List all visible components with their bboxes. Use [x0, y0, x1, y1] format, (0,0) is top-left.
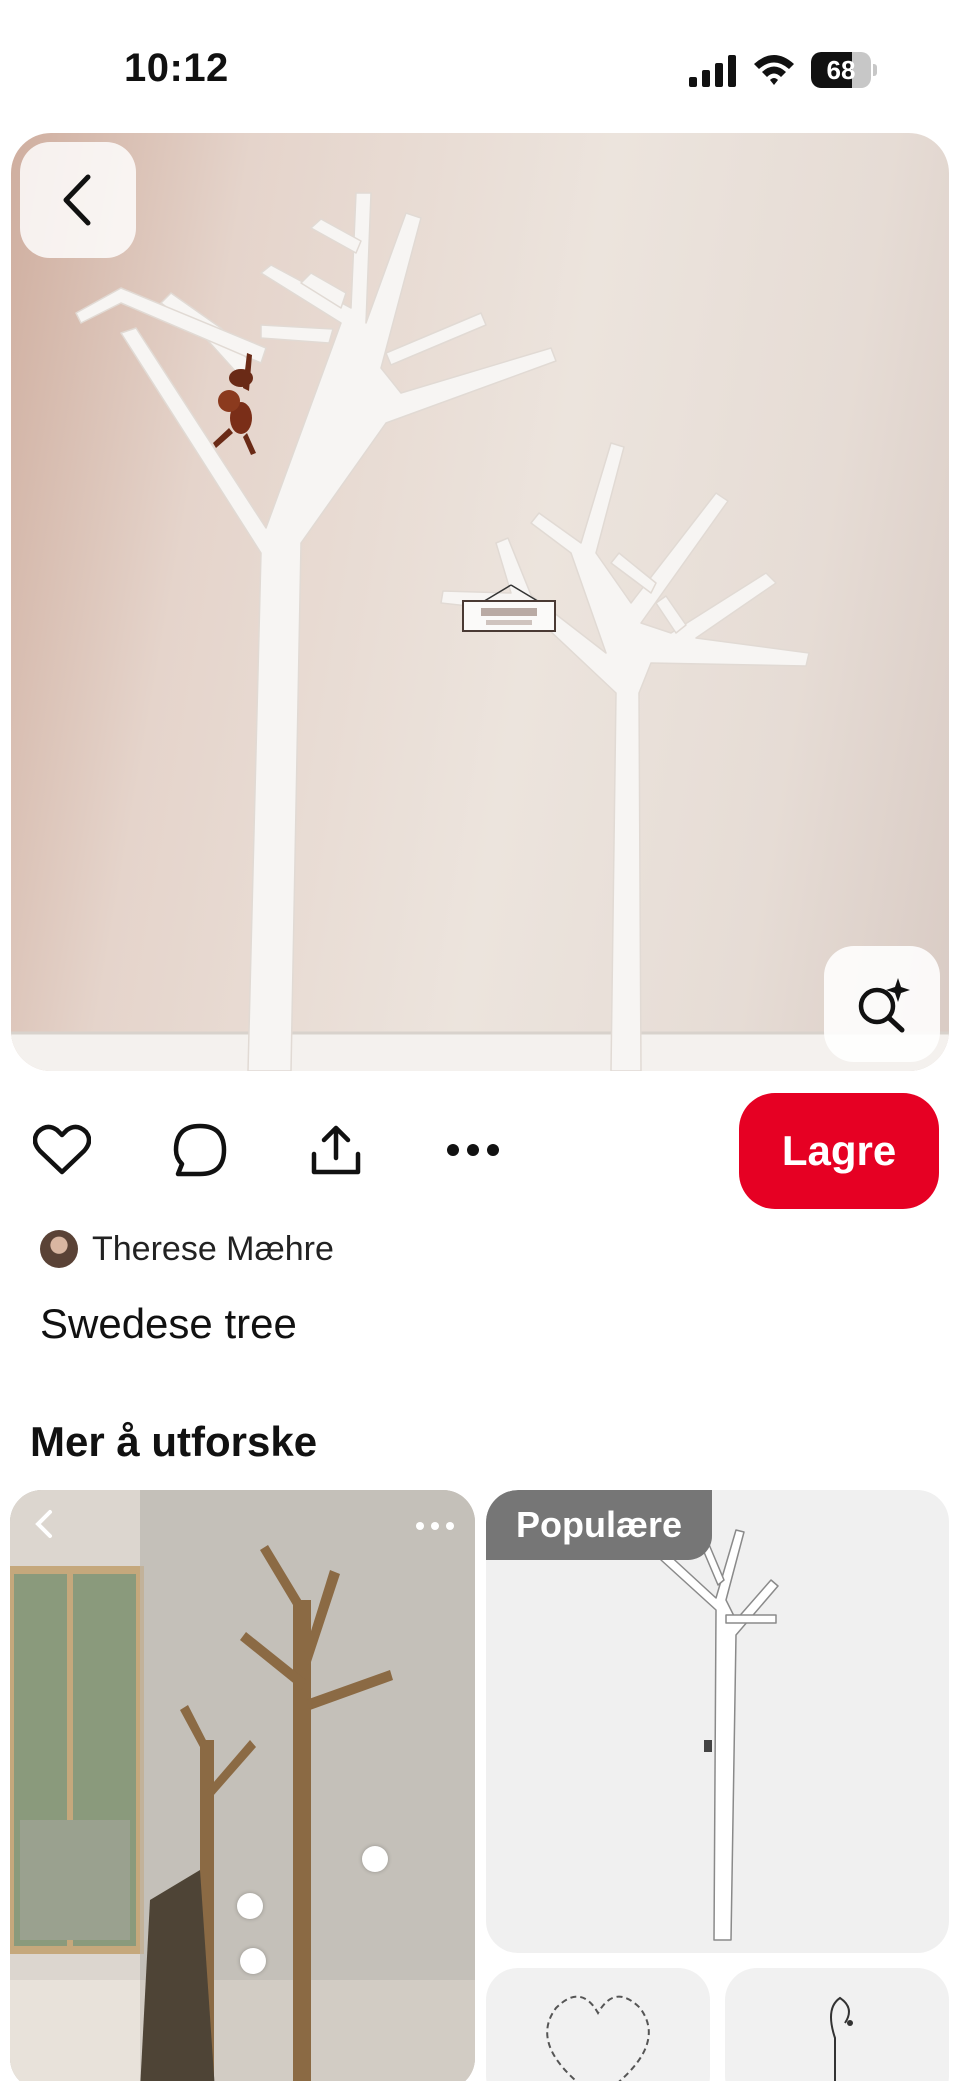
cellular-signal-icon — [689, 55, 736, 87]
product-tag-dot[interactable] — [240, 1948, 266, 1974]
status-time: 10:12 — [124, 46, 229, 90]
visual-search-sparkle-icon — [858, 978, 910, 1033]
product-tag-dot[interactable] — [362, 1846, 388, 1872]
tree-coat-rack-illustration — [11, 192, 949, 1071]
comment-button[interactable] — [168, 1118, 232, 1182]
back-button[interactable] — [20, 142, 136, 258]
tree-coat-rack-hallway-image — [10, 1490, 475, 2081]
battery-percentage: 68 — [826, 55, 856, 85]
explore-section-title: Mer å utforske — [30, 1418, 318, 1465]
heart-icon — [33, 1124, 91, 1175]
explore-pin-card[interactable] — [10, 1490, 475, 2081]
wifi-icon — [754, 55, 794, 85]
status-bar: 10:12 68 — [0, 0, 960, 130]
visual-search-button[interactable] — [824, 946, 940, 1062]
share-icon — [311, 1125, 361, 1175]
popular-badge: Populære — [486, 1490, 713, 1560]
pin-author[interactable]: Therese Mæhre — [40, 1227, 334, 1271]
like-button[interactable] — [30, 1118, 94, 1182]
pin-title: Swedese tree — [40, 1300, 297, 1347]
pin-image[interactable] — [11, 133, 949, 1071]
chevron-left-icon — [63, 174, 91, 226]
more-icon — [447, 1144, 499, 1156]
explore-pin-card[interactable]: Populære — [486, 1490, 949, 1953]
save-button[interactable]: Lagre — [739, 1093, 939, 1209]
explore-pin-card[interactable] — [486, 1968, 710, 2081]
product-tag-dot[interactable] — [237, 1893, 263, 1919]
share-button[interactable] — [304, 1118, 368, 1182]
explore-pin-card[interactable] — [725, 1968, 949, 2081]
author-name[interactable]: Therese Mæhre — [92, 1230, 334, 1269]
comment-icon — [173, 1123, 227, 1177]
more-options-button[interactable] — [441, 1118, 505, 1182]
avatar[interactable] — [40, 1230, 78, 1268]
wall-lamp-illustration — [830, 1996, 853, 2081]
battery-icon: 68 — [811, 52, 877, 88]
heart-tree-illustration — [546, 1995, 650, 2081]
